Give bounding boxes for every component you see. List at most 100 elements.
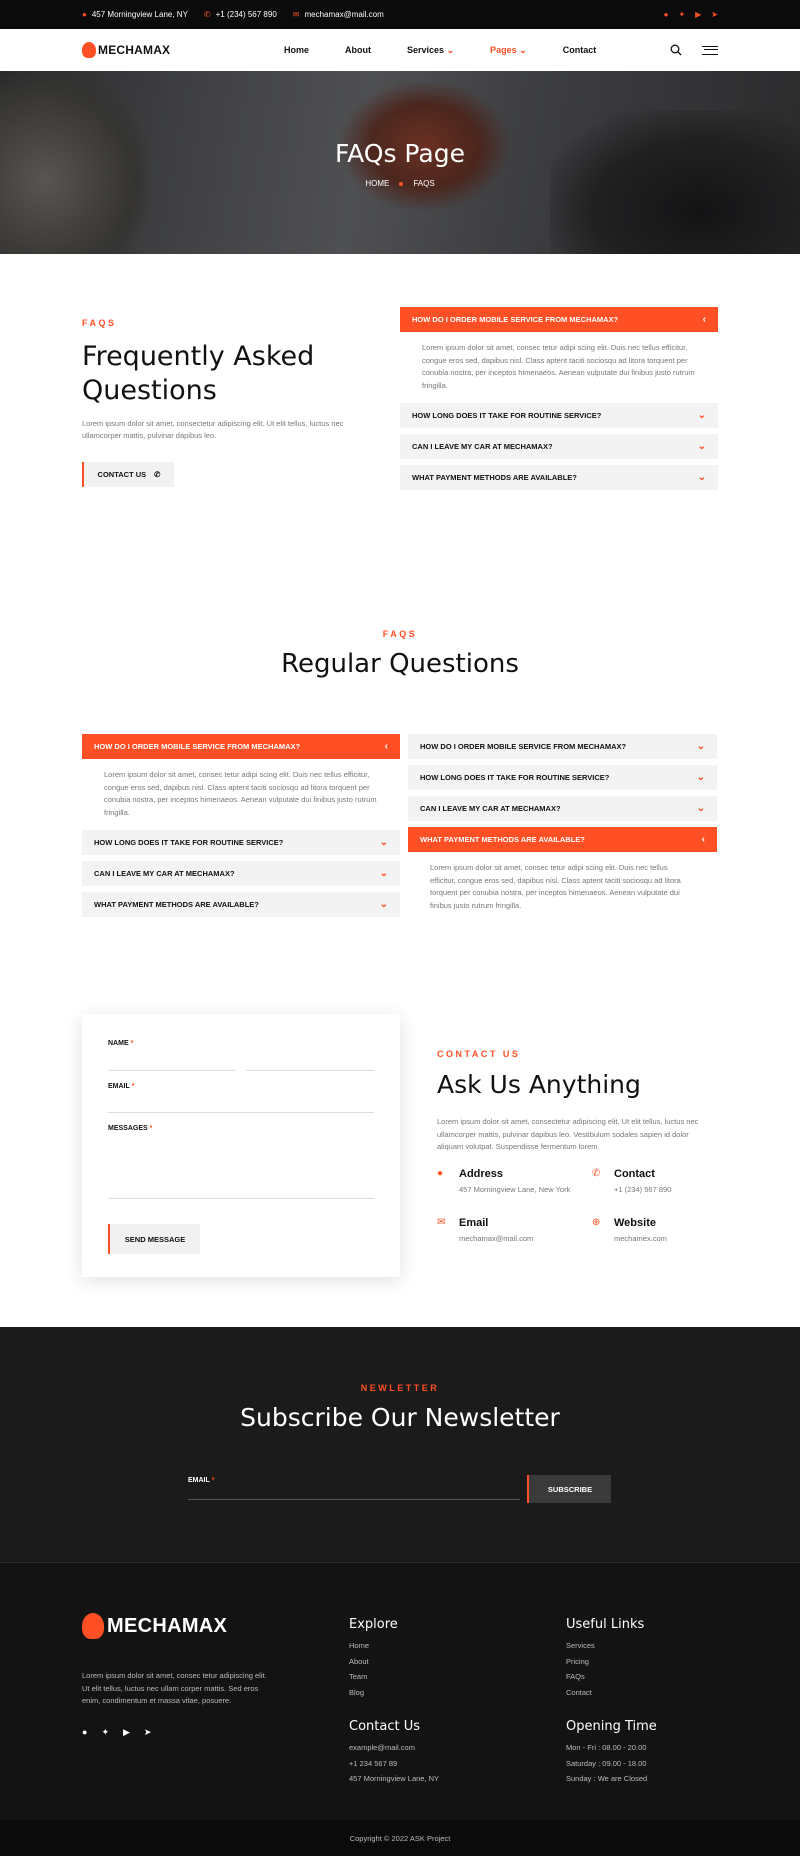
contact-description: Lorem ipsum dolor sit amet, consectetur … xyxy=(437,1117,699,1151)
logo-mark-icon xyxy=(82,1613,104,1639)
regular-left-item-3[interactable]: CAN I LEAVE MY CAR AT MECHAMAX? ⌄ xyxy=(82,861,400,886)
logo-mark-icon xyxy=(82,42,96,58)
footer-link[interactable]: FAQs xyxy=(566,1672,644,1681)
footer-link[interactable]: Home xyxy=(349,1641,398,1650)
footer-link[interactable]: Services xyxy=(566,1641,644,1650)
newsletter-email-field[interactable] xyxy=(188,1499,520,1500)
faq-heading: Frequently Asked Questions xyxy=(82,341,315,406)
nav-services[interactable]: Services ⌄ xyxy=(407,45,454,56)
map-pin-icon: ● xyxy=(82,10,87,19)
faq-item-2[interactable]: HOW LONG DOES IT TAKE FOR ROUTINE SERVIC… xyxy=(400,403,718,428)
youtube-icon[interactable]: ▶ xyxy=(123,1727,130,1738)
regular-right-item-4[interactable]: WHAT PAYMENT METHODS ARE AVAILABLE? ‹ xyxy=(408,827,717,852)
regular-left-answer-1: Lorem ipsum dolor sit amet, consec tetur… xyxy=(104,770,377,817)
regular-left-item-2[interactable]: HOW LONG DOES IT TAKE FOR ROUTINE SERVIC… xyxy=(82,830,400,855)
faq-section: FAQS Frequently Asked Questions Lorem ip… xyxy=(0,254,800,609)
menu-icon[interactable] xyxy=(701,45,718,55)
chevron-down-icon: ⌄ xyxy=(379,868,388,879)
regular-right-item-2[interactable]: HOW LONG DOES IT TAKE FOR ROUTINE SERVIC… xyxy=(408,765,717,790)
regular-left-item-4[interactable]: WHAT PAYMENT METHODS ARE AVAILABLE? ⌄ xyxy=(82,892,400,917)
footer-link[interactable]: Team xyxy=(349,1672,398,1681)
regular-right-item-1[interactable]: HOW DO I ORDER MOBILE SERVICE FROM MECHA… xyxy=(408,734,717,759)
main-nav: MECHAMAX Home About Services ⌄ Pages ⌄ C… xyxy=(0,29,800,71)
footer-link[interactable]: About xyxy=(349,1657,398,1666)
chevron-down-icon: ⌄ xyxy=(696,772,705,783)
phone-icon: ✆ xyxy=(592,1168,601,1179)
faq-eyebrow: FAQS xyxy=(82,318,117,328)
footer-explore: Explore Home About Team Blog xyxy=(349,1617,398,1697)
subscribe-button[interactable]: SUBSCRIBE xyxy=(527,1475,611,1503)
footer-logo[interactable]: MECHAMAX xyxy=(82,1613,227,1639)
phone-icon: ✆ xyxy=(154,470,161,479)
faq-accordion: HOW DO I ORDER MOBILE SERVICE FROM MECHA… xyxy=(400,307,718,496)
regular-heading: Regular Questions xyxy=(281,649,519,679)
faq-item-3[interactable]: CAN I LEAVE MY CAR AT MECHAMAX? ⌄ xyxy=(400,434,718,459)
email-field[interactable] xyxy=(108,1112,374,1113)
contact-form: NAME * EMAIL * MESSAGES * SEND MESSAGE xyxy=(82,1014,400,1277)
logo[interactable]: MECHAMAX xyxy=(82,42,170,58)
nav-home[interactable]: Home xyxy=(284,45,309,56)
footer: MECHAMAX Lorem ipsum dolor sit amet, con… xyxy=(0,1562,800,1820)
breadcrumb-home[interactable]: HOME xyxy=(365,179,389,188)
message-field[interactable] xyxy=(108,1198,374,1199)
chevron-left-icon: ‹ xyxy=(702,314,706,325)
regular-accordion-left: HOW DO I ORDER MOBILE SERVICE FROM MECHA… xyxy=(82,734,400,923)
topbar-phone[interactable]: ✆ +1 (234) 567 890 xyxy=(204,10,277,19)
newsletter-section: NEWLETTER Subscribe Our Newsletter EMAIL… xyxy=(0,1327,800,1562)
contact-website: ⊕ Website mechamex.com xyxy=(592,1217,667,1243)
chevron-down-icon: ⌄ xyxy=(697,472,706,483)
page-title: FAQs Page xyxy=(335,139,465,168)
topbar-email[interactable]: ✉ mechamax@mail.com xyxy=(293,10,384,19)
facebook-icon[interactable]: ● xyxy=(664,10,669,19)
contact-eyebrow: CONTACT US xyxy=(437,1049,521,1059)
chevron-down-icon: ⌄ xyxy=(697,441,706,452)
newsletter-email-label: EMAIL * xyxy=(188,1477,215,1484)
nav-about[interactable]: About xyxy=(345,45,371,56)
regular-right-item-3[interactable]: CAN I LEAVE MY CAR AT MECHAMAX? ⌄ xyxy=(408,796,717,821)
breadcrumb-dot-icon xyxy=(399,181,404,186)
telegram-icon[interactable]: ➤ xyxy=(144,1727,152,1738)
footer-link[interactable]: Pricing xyxy=(566,1657,644,1666)
breadcrumb-current: FAQS xyxy=(413,179,435,188)
chevron-down-icon: ⌄ xyxy=(519,44,527,55)
chevron-down-icon: ⌄ xyxy=(379,899,388,910)
footer-useful-links: Useful Links Services Pricing FAQs Conta… xyxy=(566,1617,645,1697)
telegram-icon[interactable]: ➤ xyxy=(711,10,718,19)
newsletter-heading: Subscribe Our Newsletter xyxy=(240,1403,560,1432)
contact-phone: ✆ Contact +1 (234) 567 890 xyxy=(592,1168,672,1194)
search-icon[interactable] xyxy=(670,44,682,56)
contact-address: ● Address 457 Morningview Lane, New York xyxy=(437,1168,571,1194)
faq-answer-1: Lorem ipsum dolor sit amet, consec tetur… xyxy=(422,343,695,390)
mail-icon: ✉ xyxy=(437,1217,446,1228)
faq-item-1[interactable]: HOW DO I ORDER MOBILE SERVICE FROM MECHA… xyxy=(400,307,718,332)
faq-item-4[interactable]: WHAT PAYMENT METHODS ARE AVAILABLE? ⌄ xyxy=(400,465,718,490)
chevron-down-icon: ⌄ xyxy=(446,44,455,55)
send-message-button[interactable]: SEND MESSAGE xyxy=(108,1224,200,1254)
chevron-down-icon: ⌄ xyxy=(379,837,388,848)
newsletter-eyebrow: NEWLETTER xyxy=(360,1383,440,1393)
topbar-address: ● 457 Morningview Lane, NY xyxy=(82,10,188,19)
footer-opening-time: Opening Time Mon - Fri : 08.00 - 20.00 S… xyxy=(566,1719,657,1783)
breadcrumb: HOME FAQS xyxy=(0,179,800,188)
nav-pages[interactable]: Pages ⌄ xyxy=(490,45,527,56)
top-bar: ● 457 Morningview Lane, NY ✆ +1 (234) 567 … xyxy=(0,0,800,29)
regular-left-item-1[interactable]: HOW DO I ORDER MOBILE SERVICE FROM MECHA… xyxy=(82,734,400,759)
chevron-down-icon: ⌄ xyxy=(696,741,705,752)
twitter-icon[interactable]: ✦ xyxy=(101,1727,109,1738)
first-name-field[interactable] xyxy=(108,1070,236,1071)
youtube-icon[interactable]: ▶ xyxy=(695,10,701,19)
footer-contact: Contact Us example@mail.com +1 234 567 8… xyxy=(349,1719,440,1783)
contact-us-button[interactable]: CONTACT US ✆ xyxy=(82,462,174,487)
regular-eyebrow: FAQS xyxy=(382,629,418,639)
footer-link[interactable]: Blog xyxy=(349,1688,398,1697)
copyright: Copyright © 2022 ASK Project xyxy=(0,1820,800,1856)
facebook-icon[interactable]: ● xyxy=(82,1727,87,1738)
chevron-down-icon: ⌄ xyxy=(696,803,705,814)
email-label: EMAIL * xyxy=(108,1083,135,1090)
twitter-icon[interactable]: ✦ xyxy=(678,10,685,19)
footer-link[interactable]: Contact xyxy=(566,1688,644,1697)
regular-right-answer-4: Lorem ipsum dolor sit amet, consec tetur… xyxy=(430,863,681,910)
last-name-field[interactable] xyxy=(246,1070,374,1071)
faq-description: Lorem ipsum dolor sit amet, consectetur … xyxy=(82,419,344,440)
nav-contact[interactable]: Contact xyxy=(563,45,597,56)
